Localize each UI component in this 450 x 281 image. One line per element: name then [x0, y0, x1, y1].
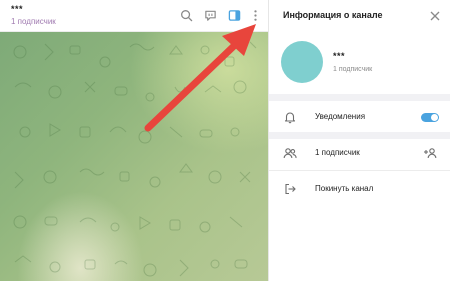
chat-area: *** 1 подписчик: [0, 0, 268, 281]
add-member-icon[interactable]: [423, 146, 438, 160]
leave-channel-row[interactable]: Покинуть канал: [269, 176, 450, 202]
members-label: 1 подписчик: [315, 148, 360, 157]
notifications-label: Уведомления: [315, 112, 366, 121]
search-icon[interactable]: [179, 8, 193, 22]
leave-channel-label: Покинуть канал: [315, 184, 374, 193]
row-divider: [269, 170, 450, 171]
notifications-row[interactable]: Уведомления: [269, 104, 450, 130]
panel-title: Информация о канале: [283, 10, 383, 20]
channel-subscribers: 1 подписчик: [333, 66, 373, 73]
members-row[interactable]: 1 подписчик: [269, 140, 450, 166]
chat-subtitle: 1 подписчик: [11, 17, 56, 26]
leave-icon: [283, 182, 297, 196]
people-icon: [283, 146, 297, 160]
chat-title[interactable]: ***: [11, 4, 23, 14]
wallpaper-pattern: [13, 41, 257, 277]
channel-profile: *** 1 подписчик: [269, 32, 450, 94]
chat-wallpaper: [0, 32, 268, 281]
bell-icon: [283, 110, 297, 124]
chat-header[interactable]: *** 1 подписчик: [0, 0, 268, 32]
more-vertical-icon[interactable]: [248, 8, 262, 22]
close-icon[interactable]: [429, 9, 441, 21]
notifications-toggle[interactable]: [421, 113, 439, 122]
channel-info-panel: Информация о канале *** 1 подписчик Увед…: [268, 0, 450, 281]
channel-name: ***: [333, 51, 346, 61]
sidebar-toggle-icon[interactable]: [227, 8, 241, 22]
discussion-icon[interactable]: [203, 8, 217, 22]
section-separator: [269, 132, 450, 139]
avatar[interactable]: [281, 41, 323, 83]
section-separator: [269, 94, 450, 101]
panel-header: Информация о канале: [269, 0, 450, 32]
